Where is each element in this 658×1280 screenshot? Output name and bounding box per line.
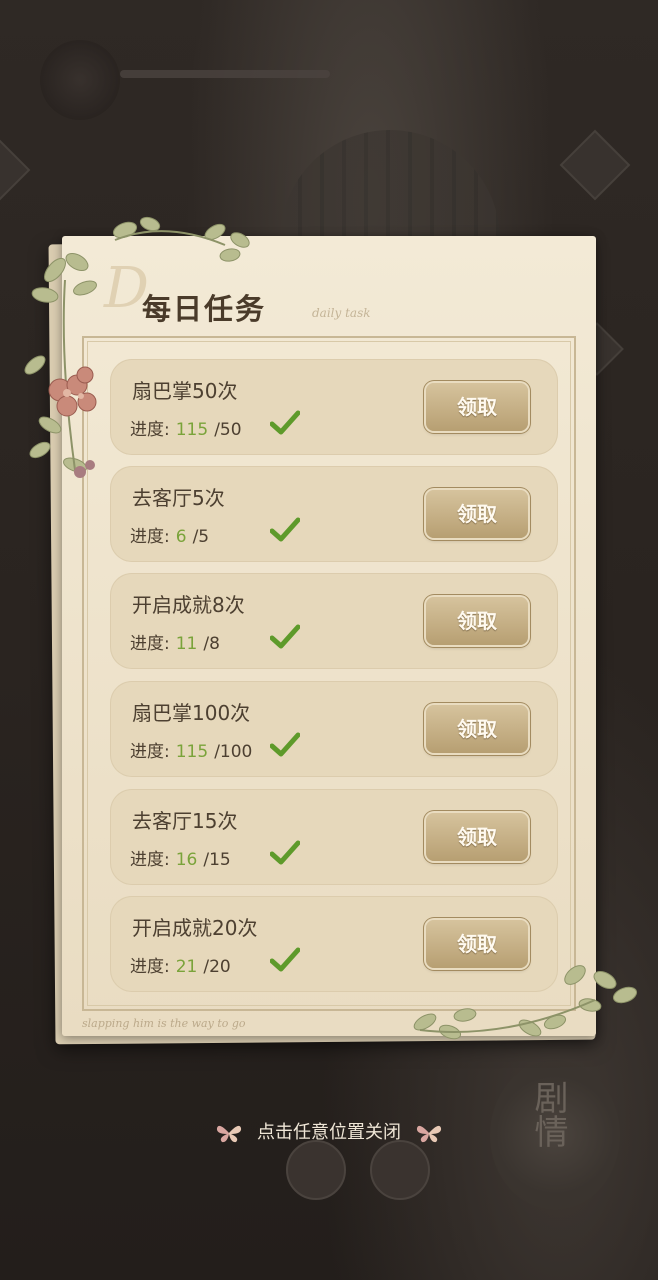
progress-current: 21 [175, 957, 198, 977]
progress-label: 进度: [130, 527, 170, 547]
bottom-nav-button [286, 1140, 346, 1200]
progress-label: 进度: [130, 634, 170, 654]
close-hint[interactable]: 点击任意位置关闭 [0, 1118, 658, 1144]
task-name: 开启成就20次 [132, 916, 258, 940]
task-progress: 进度: 16/15 [130, 845, 231, 870]
task-progress: 进度: 6/5 [130, 522, 209, 547]
progress-current: 11 [175, 634, 198, 654]
task-name: 开启成就8次 [132, 593, 245, 617]
task-progress: 进度: 115/100 [130, 737, 252, 762]
progress-current: 6 [175, 527, 187, 547]
progress-label: 进度: [130, 850, 170, 870]
task-progress: 进度: 21/20 [130, 952, 231, 977]
progress-total: /15 [203, 850, 231, 870]
progress-label: 进度: [130, 957, 170, 977]
task-row: 去客厅15次 进度: 16/15 领取 [110, 789, 558, 885]
claim-button[interactable]: 领取 [426, 597, 528, 645]
butterfly-icon [416, 1125, 441, 1143]
player-avatar [40, 40, 120, 120]
progress-total: /20 [203, 957, 231, 977]
progress-label: 进度: [130, 742, 170, 762]
task-progress: 进度: 11/8 [130, 629, 220, 654]
task-name: 去客厅15次 [132, 809, 238, 833]
check-icon [270, 732, 300, 757]
flower-decoration-icon [24, 216, 250, 478]
check-icon [270, 947, 300, 972]
progress-total: /5 [192, 527, 210, 547]
claim-button[interactable]: 领取 [426, 813, 528, 861]
player-level-bar [120, 70, 330, 78]
task-row: 开启成就8次 进度: 11/8 领取 [110, 573, 558, 669]
progress-current: 115 [175, 742, 209, 762]
progress-current: 16 [175, 850, 198, 870]
progress-total: /100 [214, 742, 253, 762]
title-subtitle: daily task [312, 306, 371, 320]
claim-button[interactable]: 领取 [426, 705, 528, 753]
claim-button[interactable]: 领取 [426, 490, 528, 538]
check-icon [270, 517, 300, 542]
check-icon [270, 840, 300, 865]
claim-button[interactable]: 领取 [426, 383, 528, 431]
close-hint-text: 点击任意位置关闭 [257, 1122, 401, 1143]
bottom-nav-button [370, 1140, 430, 1200]
task-row: 扇巴掌100次 进度: 115/100 领取 [110, 681, 558, 777]
bottom-script-text: slapping him is the way to go [82, 1017, 246, 1030]
butterfly-icon [217, 1125, 242, 1143]
task-name: 扇巴掌100次 [132, 701, 251, 725]
flower-decoration-icon [413, 965, 638, 1040]
progress-total: /8 [203, 634, 220, 654]
check-icon [270, 624, 300, 649]
check-icon [270, 410, 300, 435]
